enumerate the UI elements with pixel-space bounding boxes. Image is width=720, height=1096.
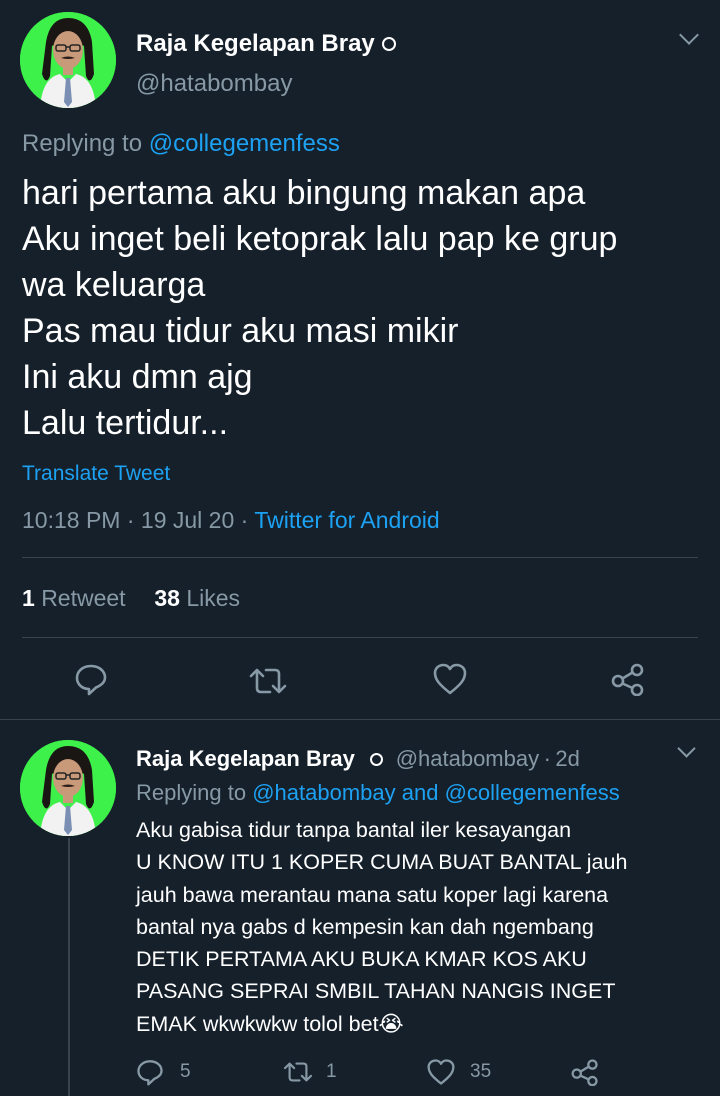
retweet-count: 1: [22, 585, 35, 611]
divider: [22, 637, 698, 638]
avatar[interactable]: [20, 740, 116, 836]
divider: [22, 557, 698, 558]
reply-icon[interactable]: [136, 1058, 164, 1086]
replying-to-link[interactable]: @collegemenfess: [149, 130, 340, 157]
tweet-age[interactable]: 2d: [555, 746, 579, 771]
chevron-down-icon[interactable]: [677, 739, 696, 758]
tweet-line: hari pertama aku bingung makan apa: [22, 174, 586, 212]
reply-line: bantal nya gabs d kempesin kan dah ngemb…: [136, 914, 594, 939]
translate-tweet-link[interactable]: Translate Tweet: [22, 462, 170, 486]
retweet-icon[interactable]: [282, 1059, 314, 1085]
heart-icon[interactable]: [432, 662, 468, 696]
tweet-date: 19 Jul 20: [140, 507, 235, 533]
reply-line: Aku gabisa tidur tanpa bantal iler kesay…: [136, 818, 572, 842]
tweet-line: Ini aku dmn ajg: [22, 358, 253, 396]
tweet-line: Aku inget beli ketoprak lalu pap ke grup: [22, 220, 618, 258]
display-name[interactable]: Raja Kegelapan Bray: [136, 746, 355, 771]
replying-to-link[interactable]: @hatabombay: [252, 780, 395, 805]
tweet-stats: 1 Retweet 38 Likes: [22, 585, 240, 612]
tweet-time: 10:18 PM: [22, 507, 121, 533]
replying-to: Replying to @hatabombay and @collegemenf…: [136, 780, 620, 806]
handle[interactable]: @hatabombay: [136, 70, 292, 98]
reply-header: Raja Kegelapan Bray @hatabombay · 2d: [136, 746, 580, 772]
reply-line: jauh bawa merantau mana satu koper lagi …: [136, 882, 609, 907]
reply-button[interactable]: 5: [136, 1058, 191, 1086]
separator: ·: [240, 507, 249, 533]
retweet-button[interactable]: 1: [282, 1059, 337, 1085]
chevron-down-icon[interactable]: [679, 25, 699, 45]
tweet-line: Lalu tertidur...: [22, 404, 229, 442]
divider: [0, 719, 720, 720]
display-name[interactable]: Raja Kegelapan Bray: [136, 30, 375, 58]
reply-count: 5: [180, 1061, 191, 1082]
handle[interactable]: @hatabombay: [396, 746, 539, 771]
thread-line: [68, 838, 70, 1096]
reply-line: EMAK wkwkwkw tolol bet😭: [136, 1011, 404, 1036]
heart-icon[interactable]: [426, 1058, 456, 1086]
separator: ·: [543, 746, 551, 771]
reply-text: Aku gabisa tidur tanpa bantal iler kesay…: [136, 814, 706, 1040]
likes-stat[interactable]: 38 Likes: [154, 585, 240, 611]
like-label: Likes: [186, 585, 241, 611]
replying-and: and: [401, 780, 439, 805]
tweet-source-link[interactable]: Twitter for Android: [254, 507, 439, 533]
tweet-meta: 10:18 PM · 19 Jul 20 · Twitter for Andro…: [22, 507, 440, 534]
retweet-icon[interactable]: [248, 664, 288, 698]
replying-prefix: Replying to: [22, 130, 143, 157]
reply-line: PASANG SEPRAI SMBIL TAHAN NANGIS INGET: [136, 979, 616, 1004]
replying-to: Replying to @collegemenfess: [22, 130, 340, 158]
retweets-stat[interactable]: 1 Retweet: [22, 585, 126, 611]
tweet-line: wa keluarga: [22, 266, 206, 304]
tweet-text: hari pertama aku bingung makan apa Aku i…: [22, 170, 702, 446]
replying-prefix: Replying to: [136, 780, 247, 805]
share-icon[interactable]: [570, 1058, 600, 1091]
replying-to-link[interactable]: @collegemenfess: [445, 780, 620, 805]
reply-line: DETIK PERTAMA AKU BUKA KMAR KOS AKU: [136, 947, 587, 972]
reply-line: U KNOW ITU 1 KOPER CUMA BUAT BANTAL jauh: [136, 850, 628, 875]
tweet-line: Pas mau tidur aku masi mikir: [22, 312, 459, 350]
share-icon[interactable]: [610, 662, 646, 696]
retweet-label: Retweet: [41, 585, 126, 611]
like-count: 35: [470, 1061, 492, 1082]
reply-icon[interactable]: [74, 662, 108, 696]
separator: ·: [126, 507, 135, 533]
like-count: 38: [154, 585, 180, 611]
retweet-count: 1: [326, 1061, 337, 1082]
like-button[interactable]: 35: [426, 1058, 491, 1086]
verified-icon: [369, 753, 383, 766]
verified-icon: [382, 37, 396, 51]
avatar[interactable]: [20, 12, 116, 108]
